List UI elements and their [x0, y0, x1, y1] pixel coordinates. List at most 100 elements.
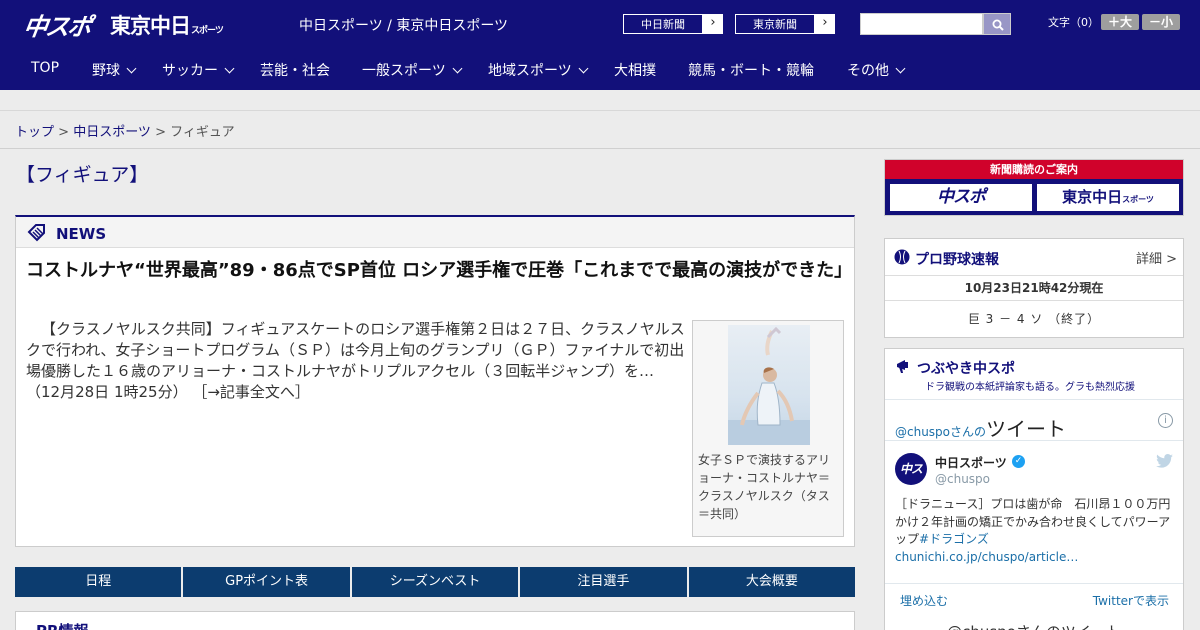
nav-item-soccer[interactable]: サッカー [162, 60, 235, 80]
baseball-score-panel: プロ野球速報 詳細 > 10月23日21時42分現在 巨 3 － 4 ソ （終了… [884, 238, 1184, 338]
news-header: NEWS [16, 217, 854, 248]
twitter-header-big: ツイート [986, 417, 1067, 441]
nav-label: 競馬・ボート・競輪 [688, 63, 814, 79]
tweet-author-name[interactable]: 中日スポーツ [935, 454, 1007, 471]
breadcrumb-current: フィギュア [170, 125, 235, 140]
divider [885, 300, 1183, 301]
pr-panel: PR情報 [15, 611, 855, 630]
tweet-panel: つぶやき中スポ ドラ観戦の本紙評論家も語る。グラも熱烈応援 @chuspoさんの… [884, 348, 1184, 630]
baseball-score[interactable]: 巨 3 － 4 ソ （終了） [885, 310, 1183, 327]
more-tweets-link[interactable]: @chuspoさんのツイート [885, 621, 1183, 630]
main-nav: TOP 野球 サッカー 芸能・社会 一般スポーツ 地域スポーツ 大相撲 競馬・ボ… [0, 48, 1200, 90]
tweet-link[interactable]: #ドラゴンズ chunichi.co.jp/chuspo/article… [895, 532, 1078, 564]
search-icon [992, 19, 1004, 31]
tokyo-logo-text: 東京中日 [110, 14, 191, 38]
read-more-link[interactable]: ［→記事全文へ］ [192, 383, 310, 401]
nav-item-top[interactable]: TOP [31, 60, 59, 76]
news-panel: NEWS コストルナヤ“世界最高”89・86点でSP首位 ロシア選手権で圧巻「こ… [15, 215, 855, 547]
baseball-panel-title: プロ野球速報 [915, 252, 999, 268]
site-links[interactable]: 中日スポーツ / 東京中日スポーツ [299, 15, 508, 35]
chevron-down-icon [895, 63, 906, 74]
chevron-right-icon: › [822, 15, 828, 30]
baseball-detail-link[interactable]: 詳細 > [1136, 248, 1177, 267]
nav-item-sumo[interactable]: 大相撲 [614, 60, 656, 80]
article-summary: 【クラスノヤルスク共同】フィギュアスケートのロシア選手権第２日は２７日、クラスノ… [26, 319, 686, 403]
twitter-bird-icon[interactable] [1156, 454, 1173, 468]
article-headline[interactable]: コストルナヤ“世界最高”89・86点でSP首位 ロシア選手権で圧巻「これまでで最… [26, 257, 852, 284]
avatar[interactable]: 中スポ [895, 453, 927, 508]
nav-item-baseball[interactable]: 野球 [92, 60, 137, 80]
nav-label: 野球 [92, 63, 120, 79]
nav-item-general-sports[interactable]: 一般スポーツ [362, 60, 463, 80]
info-icon[interactable]: i [1158, 413, 1173, 428]
article-summary-text: 【クラスノヤルスク共同】フィギュアスケートのロシア選手権第２日は２７日、クラスノ… [26, 320, 685, 401]
breadcrumb-separator: > [54, 125, 74, 140]
subscription-banner-label: 新聞購読のご案内 [885, 160, 1183, 179]
nav-label: その他 [847, 63, 889, 79]
search-button[interactable] [983, 13, 1011, 35]
font-smaller-button[interactable]: －小 [1142, 14, 1180, 30]
tokyo-chunichi-logo[interactable]: 東京中日スポーツ [110, 10, 224, 40]
tokyo-shimbun-label: 東京新聞 [735, 14, 815, 34]
nav-label: TOP [31, 60, 60, 76]
chevron-down-icon [126, 63, 137, 74]
nav-item-racing[interactable]: 競馬・ボート・競輪 [688, 60, 814, 80]
chevron-down-icon [452, 63, 463, 74]
breadcrumb-top-link[interactable]: トップ [15, 125, 54, 140]
view-on-twitter-link[interactable]: Twitterで表示 [1093, 592, 1169, 609]
font-size-label: 文字（0） [1048, 16, 1099, 29]
nav-label: 芸能・社会 [260, 63, 330, 79]
chunichi-shimbun-label: 中日新聞 [623, 14, 703, 34]
chunichi-shimbun-button[interactable]: 中日新聞 › [622, 13, 724, 35]
baseball-icon [894, 249, 910, 265]
baseball-panel-header: プロ野球速報 詳細 > [885, 239, 1183, 276]
tab-gp-points[interactable]: GPポイント表 [183, 567, 350, 597]
chevron-right-icon: › [710, 15, 716, 30]
pr-title: PR情報 [36, 620, 89, 630]
subscription-banner[interactable]: 新聞購読のご案内 中スポ 東京中日スポーツ [884, 159, 1184, 216]
tab-event-overview[interactable]: 大会概要 [688, 567, 856, 597]
tweet-author-handle[interactable]: @chuspo [935, 472, 990, 486]
nav-label: 地域スポーツ [488, 63, 572, 79]
tab-featured-skaters[interactable]: 注目選手 [520, 567, 687, 597]
breadcrumb-chunichi-link[interactable]: 中日スポーツ [73, 125, 151, 140]
nav-item-local-sports[interactable]: 地域スポーツ [488, 60, 589, 80]
chuspo-subscribe-logo[interactable]: 中スポ [889, 183, 1033, 212]
twitter-header-suffix: さんの [950, 425, 987, 439]
tokyo-shimbun-button[interactable]: 東京新聞 › [734, 13, 836, 35]
megaphone-icon [897, 360, 908, 373]
tweet-panel-subtitle: ドラ観戦の本紙評論家も語る。グラも熱烈応援 [925, 382, 1135, 393]
font-bigger-button[interactable]: ＋大 [1101, 14, 1139, 30]
tokyo-logo-small: スポーツ [191, 26, 224, 36]
twitter-widget-header: @chuspoさんのツイート i [885, 399, 1183, 441]
figure-tabs: 日程 GPポイント表 シーズンベスト 注目選手 大会概要 [15, 567, 856, 597]
tab-season-best[interactable]: シーズンベスト [351, 567, 519, 597]
article-photo[interactable] [728, 325, 810, 445]
twitter-header-handle[interactable]: @chuspo [895, 425, 950, 439]
tab-schedule[interactable]: 日程 [15, 567, 182, 597]
news-tag-icon [27, 224, 45, 242]
divider [885, 583, 1183, 584]
skater-image-icon [728, 326, 810, 445]
article-photo-box: 女子ＳＰで演技するアリョーナ・コストルナヤ＝クラスノヤルスク（タス＝共同） [692, 320, 844, 537]
breadcrumb-bar: トップ > 中日スポーツ > フィギュア [0, 110, 1200, 149]
nav-label: サッカー [162, 63, 218, 79]
nav-label: 大相撲 [614, 63, 656, 79]
chevron-down-icon [224, 63, 235, 74]
breadcrumb: トップ > 中日スポーツ > フィギュア [15, 121, 235, 140]
nav-label: 一般スポーツ [362, 63, 446, 79]
tweet-panel-header: つぶやき中スポ ドラ観戦の本紙評論家も語る。グラも熱烈応援 [885, 349, 1183, 395]
site-header: 中スポ 東京中日スポーツ 中日スポーツ / 東京中日スポーツ 中日新聞 › 東京… [0, 0, 1200, 48]
nav-item-other[interactable]: その他 [847, 60, 906, 80]
chuspo-logo[interactable]: 中スポ [22, 7, 93, 42]
tokyo-chunichi-subscribe-small: スポーツ [1122, 195, 1154, 204]
tokyo-chunichi-subscribe-logo[interactable]: 東京中日スポーツ [1036, 183, 1180, 212]
page-title: 【フィギュア】 [16, 164, 149, 186]
nav-item-entertainment[interactable]: 芸能・社会 [260, 60, 330, 80]
verified-icon: ✓ [1012, 455, 1025, 468]
tweet-panel-title: つぶやき中スポ [917, 361, 1015, 377]
baseball-timestamp: 10月23日21時42分現在 [964, 281, 1104, 295]
search-input[interactable] [860, 13, 983, 35]
embed-link[interactable]: 埋め込む [900, 592, 948, 609]
chevron-down-icon [578, 63, 589, 74]
